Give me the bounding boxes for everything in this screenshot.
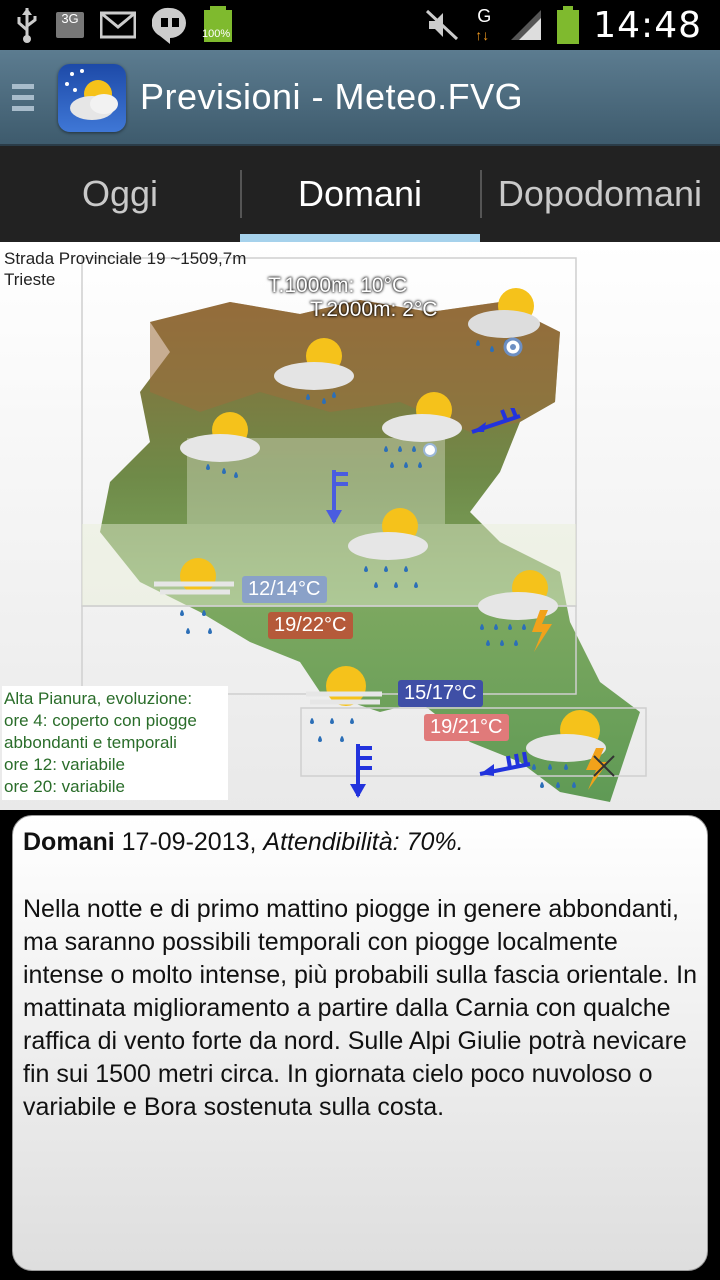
temp-badge: 15/17°C bbox=[398, 680, 483, 707]
temp-badge: 12/14°C bbox=[242, 576, 327, 603]
temp-2000m: T.2000m: 2°C bbox=[310, 298, 438, 321]
app-logo-icon[interactable] bbox=[58, 64, 126, 132]
mute-icon bbox=[426, 9, 459, 41]
signal-icon bbox=[511, 10, 542, 40]
location-dot-icon bbox=[423, 443, 437, 457]
forecast-headline: Domani 17-09-2013, Attendibilità: 70%. bbox=[23, 828, 697, 857]
cloud-rain-icon bbox=[274, 338, 354, 404]
zone-line: Alta Pianura, evoluzione: bbox=[4, 689, 193, 708]
heavy-rain-icon bbox=[382, 392, 462, 468]
rain-sun-icon-4 bbox=[306, 666, 382, 742]
g-label: G bbox=[477, 6, 492, 26]
tab-oggi[interactable]: Oggi bbox=[0, 146, 240, 242]
storm-coast-icon bbox=[526, 710, 615, 790]
rain-sun-icon-2 bbox=[180, 412, 260, 478]
drawer-menu-icon[interactable] bbox=[12, 84, 34, 112]
fog-rain-icon bbox=[154, 558, 234, 634]
location-line-2: Trieste bbox=[4, 270, 56, 289]
tab-bar: Oggi Domani Dopodomani bbox=[0, 146, 720, 242]
temp-badge: 19/22°C bbox=[268, 612, 353, 639]
forecast-reliability: Attendibilità: 70%. bbox=[263, 828, 464, 856]
tab-domani[interactable]: Domani bbox=[240, 146, 480, 242]
zone-evolution-box: Alta Pianura, evoluzione: ore 4: coperto… bbox=[2, 686, 228, 800]
zone-line: abbondanti e temporali bbox=[4, 733, 177, 752]
zone-line: ore 4: coperto con piogge bbox=[4, 711, 197, 730]
wind-arrow-icon bbox=[471, 408, 521, 434]
hangouts-icon bbox=[152, 7, 186, 44]
mail-icon bbox=[100, 11, 136, 39]
wind-arrow-down-icon-2 bbox=[350, 744, 372, 798]
thunderstorm-icon bbox=[478, 570, 558, 652]
action-bar: Previsioni - Meteo.FVG bbox=[0, 50, 720, 146]
3g-icon: 3G bbox=[56, 12, 84, 38]
usb-icon bbox=[17, 8, 37, 43]
temp-badge: 19/21°C bbox=[424, 714, 509, 741]
wind-arrow-down-icon bbox=[326, 470, 348, 524]
temp-1000m: T.1000m: 10°C bbox=[268, 274, 408, 297]
status-bar: 3G 100% G ↑↓ 14:48 bbox=[0, 0, 720, 50]
tab-dopodomani[interactable]: Dopodomani bbox=[480, 146, 720, 242]
location-label: Strada Provinciale 19 ~1509,7m Trieste bbox=[4, 248, 246, 290]
tab-dopodomani-label: Dopodomani bbox=[497, 173, 703, 214]
forecast-map[interactable]: Strada Provinciale 19 ~1509,7m Trieste T… bbox=[0, 242, 720, 810]
forecast-date: 17-09-2013, bbox=[114, 828, 264, 856]
battery-small-label: 100% bbox=[202, 28, 231, 40]
forecast-day: Domani bbox=[23, 828, 115, 856]
battery-icon bbox=[557, 6, 580, 44]
g-network-icon: G ↑↓ bbox=[475, 6, 492, 43]
clock: 14:48 bbox=[593, 4, 702, 46]
zone-line: ore 20: variabile bbox=[4, 777, 125, 796]
tab-oggi-label: Oggi bbox=[81, 173, 159, 214]
forecast-text-panel[interactable]: Domani 17-09-2013, Attendibilità: 70%. N… bbox=[12, 815, 708, 1271]
3g-label: 3G bbox=[61, 11, 79, 26]
location-line-1: Strada Provinciale 19 ~1509,7m bbox=[4, 249, 247, 268]
forecast-body: Nella notte e di primo mattino piogge in… bbox=[23, 895, 698, 1121]
wind-arrow-left-icon bbox=[479, 752, 531, 776]
battery-small-icon: 100% bbox=[202, 6, 232, 44]
tab-domani-label: Domani bbox=[297, 173, 423, 214]
location-marker-icon bbox=[503, 337, 523, 357]
app-title: Previsioni - Meteo.FVG bbox=[140, 76, 524, 117]
zone-line: ore 12: variabile bbox=[4, 755, 125, 774]
rain-sun-icon-3 bbox=[348, 508, 428, 588]
